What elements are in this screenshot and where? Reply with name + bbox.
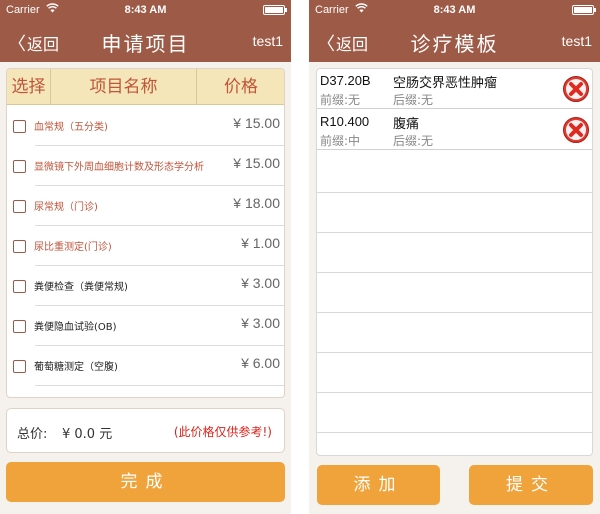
empty-row-divider [317, 392, 592, 393]
template-list: D37.20B 空肠交界恶性肿瘤 前缀:无 后缀:无 R10.400 腹痛 前缀:中 后缀:无 [316, 68, 593, 456]
row-checkbox[interactable] [13, 360, 26, 373]
username-label: test1 [561, 33, 592, 49]
item-name: 血常规（五分类) [34, 122, 108, 133]
diagnosis-code: D37.20B [320, 73, 371, 88]
price-disclaimer: (此价格仅供参考!) [173, 425, 272, 439]
item-price: ¥ 3.00 [241, 315, 280, 331]
total-label: 总价: [17, 427, 48, 442]
item-name: 尿常规（门诊) [34, 202, 98, 213]
item-name: 尿比重测定(门诊) [34, 242, 112, 253]
item-price: ¥ 18.00 [233, 195, 280, 211]
suffix-label: 后缀:无 [393, 134, 434, 148]
clock-label: 8:43 AM [433, 4, 476, 16]
submit-button[interactable]: 提交 [469, 465, 593, 505]
treatment-template-screen: Carrier 8:43 AM 〈返回 诊疗模板 test1 D37.20B 空肠… [309, 0, 600, 514]
back-label: 返回 [27, 35, 60, 54]
items-table: 选择 项目名称 价格 血常规（五分类) ¥ 15.00 显微镜下外周血细胞计数及形态… [6, 68, 285, 398]
total-panel: 总价: ¥ 0.0 元 (此价格仅供参考!) [6, 408, 285, 453]
status-bar: Carrier 8:43 AM [309, 0, 600, 20]
total-value: ¥ 0.0 元 [62, 427, 113, 442]
status-bar: Carrier 8:43 AM [0, 0, 291, 20]
empty-row-divider [317, 232, 592, 233]
row-checkbox[interactable] [13, 240, 26, 253]
table-row[interactable]: 葡萄糖测定（空腹) ¥ 6.00 [7, 346, 284, 386]
item-name: 粪便检查（粪便常规) [34, 282, 128, 293]
battery-icon [263, 5, 287, 15]
item-name: 葡萄糖测定（空腹) [34, 362, 118, 373]
back-label: 返回 [336, 35, 369, 54]
navigation-bar: Carrier 8:43 AM 〈返回 诊疗模板 test1 [309, 0, 600, 62]
list-item[interactable]: R10.400 腹痛前缀:中 后缀:无 [317, 110, 592, 150]
empty-row-divider [317, 192, 592, 193]
clock-label: 8:43 AM [124, 4, 167, 16]
table-row[interactable]: 尿常规（门诊) ¥ 18.00 [7, 186, 284, 226]
item-price: ¥ 15.00 [233, 115, 280, 131]
table-row[interactable]: 尿比重测定(门诊) ¥ 1.00 [7, 226, 284, 266]
table-header: 选择 项目名称 价格 [7, 69, 284, 105]
add-button[interactable]: 添加 [317, 465, 440, 505]
row-divider [35, 385, 284, 386]
back-button[interactable]: 〈返回 [317, 30, 368, 56]
empty-row-divider [317, 272, 592, 273]
request-items-screen: Carrier 8:43 AM 〈返回 申请项目 test1 选择 项目名称 价… [0, 0, 291, 514]
column-header-price: 价格 [224, 77, 258, 97]
empty-row-divider [317, 432, 592, 433]
row-checkbox[interactable] [13, 280, 26, 293]
item-price: ¥ 6.00 [241, 355, 280, 371]
username-label: test1 [252, 33, 283, 49]
row-checkbox[interactable] [13, 120, 26, 133]
item-price: ¥ 15.00 [233, 155, 280, 171]
chevron-left-icon: 〈 [317, 34, 335, 55]
diagnosis-name: 腹痛 [393, 117, 420, 132]
prefix-label: 前缀:中 [320, 134, 361, 148]
suffix-label: 后缀:无 [393, 93, 434, 107]
item-name: 显微镜下外周血细胞计数及形态学分析 [34, 162, 204, 173]
table-row[interactable]: 粪便检查（粪便常规) ¥ 3.00 [7, 266, 284, 306]
done-button[interactable]: 完成 [6, 462, 285, 502]
empty-row-divider [317, 312, 592, 313]
list-item[interactable]: D37.20B 空肠交界恶性肿瘤前缀:无 后缀:无 [317, 69, 592, 109]
chevron-left-icon: 〈 [8, 34, 26, 55]
prefix-label: 前缀:无 [320, 93, 361, 107]
delete-icon[interactable] [562, 75, 590, 103]
back-button[interactable]: 〈返回 [8, 30, 59, 56]
column-header-name: 项目名称 [51, 69, 197, 105]
column-header-select: 选择 [7, 69, 51, 105]
empty-row-divider [317, 352, 592, 353]
diagnosis-code: R10.400 [320, 114, 370, 129]
table-row[interactable]: 显微镜下外周血细胞计数及形态学分析 ¥ 15.00 [7, 146, 284, 186]
delete-icon[interactable] [562, 116, 590, 144]
table-row[interactable]: 血常规（五分类) ¥ 15.00 [7, 106, 284, 146]
row-checkbox[interactable] [13, 160, 26, 173]
navigation-bar: Carrier 8:43 AM 〈返回 申请项目 test1 [0, 0, 291, 62]
item-price: ¥ 1.00 [241, 235, 280, 251]
row-checkbox[interactable] [13, 200, 26, 213]
battery-icon [572, 5, 596, 15]
item-name: 粪便隐血试验(OB) [34, 322, 117, 333]
diagnosis-name: 空肠交界恶性肿瘤 [393, 76, 498, 91]
item-price: ¥ 3.00 [241, 275, 280, 291]
table-row[interactable]: 粪便隐血试验(OB) ¥ 3.00 [7, 306, 284, 346]
row-checkbox[interactable] [13, 320, 26, 333]
